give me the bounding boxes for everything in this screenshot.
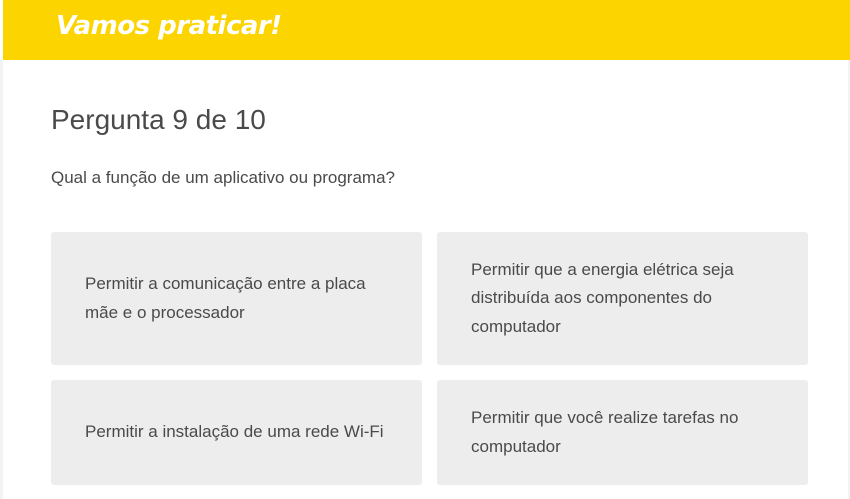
page-title: Vamos praticar! [56, 11, 282, 41]
answer-option-label: Permitir que a energia elétrica seja dis… [471, 259, 734, 336]
answer-option-4[interactable]: Permitir que você realize tarefas no com… [437, 380, 808, 485]
answer-option-2[interactable]: Permitir que a energia elétrica seja dis… [437, 232, 808, 365]
left-border [0, 60, 3, 499]
question-text: Qual a função de um aplicativo ou progra… [51, 168, 395, 187]
question-counter: Pergunta 9 de 10 [51, 104, 266, 135]
answer-option-label: Permitir que você realize tarefas no com… [471, 408, 739, 456]
answer-option-label: Permitir a instalação de uma rede Wi-Fi [85, 422, 384, 442]
header-bar: Vamos praticar! [3, 0, 850, 60]
answer-option-1[interactable]: Permitir a comunicação entre a placa mãe… [51, 232, 422, 365]
answer-option-label: Permitir a comunicação entre a placa mãe… [85, 274, 366, 322]
answer-option-3[interactable]: Permitir a instalação de uma rede Wi-Fi [51, 380, 422, 485]
